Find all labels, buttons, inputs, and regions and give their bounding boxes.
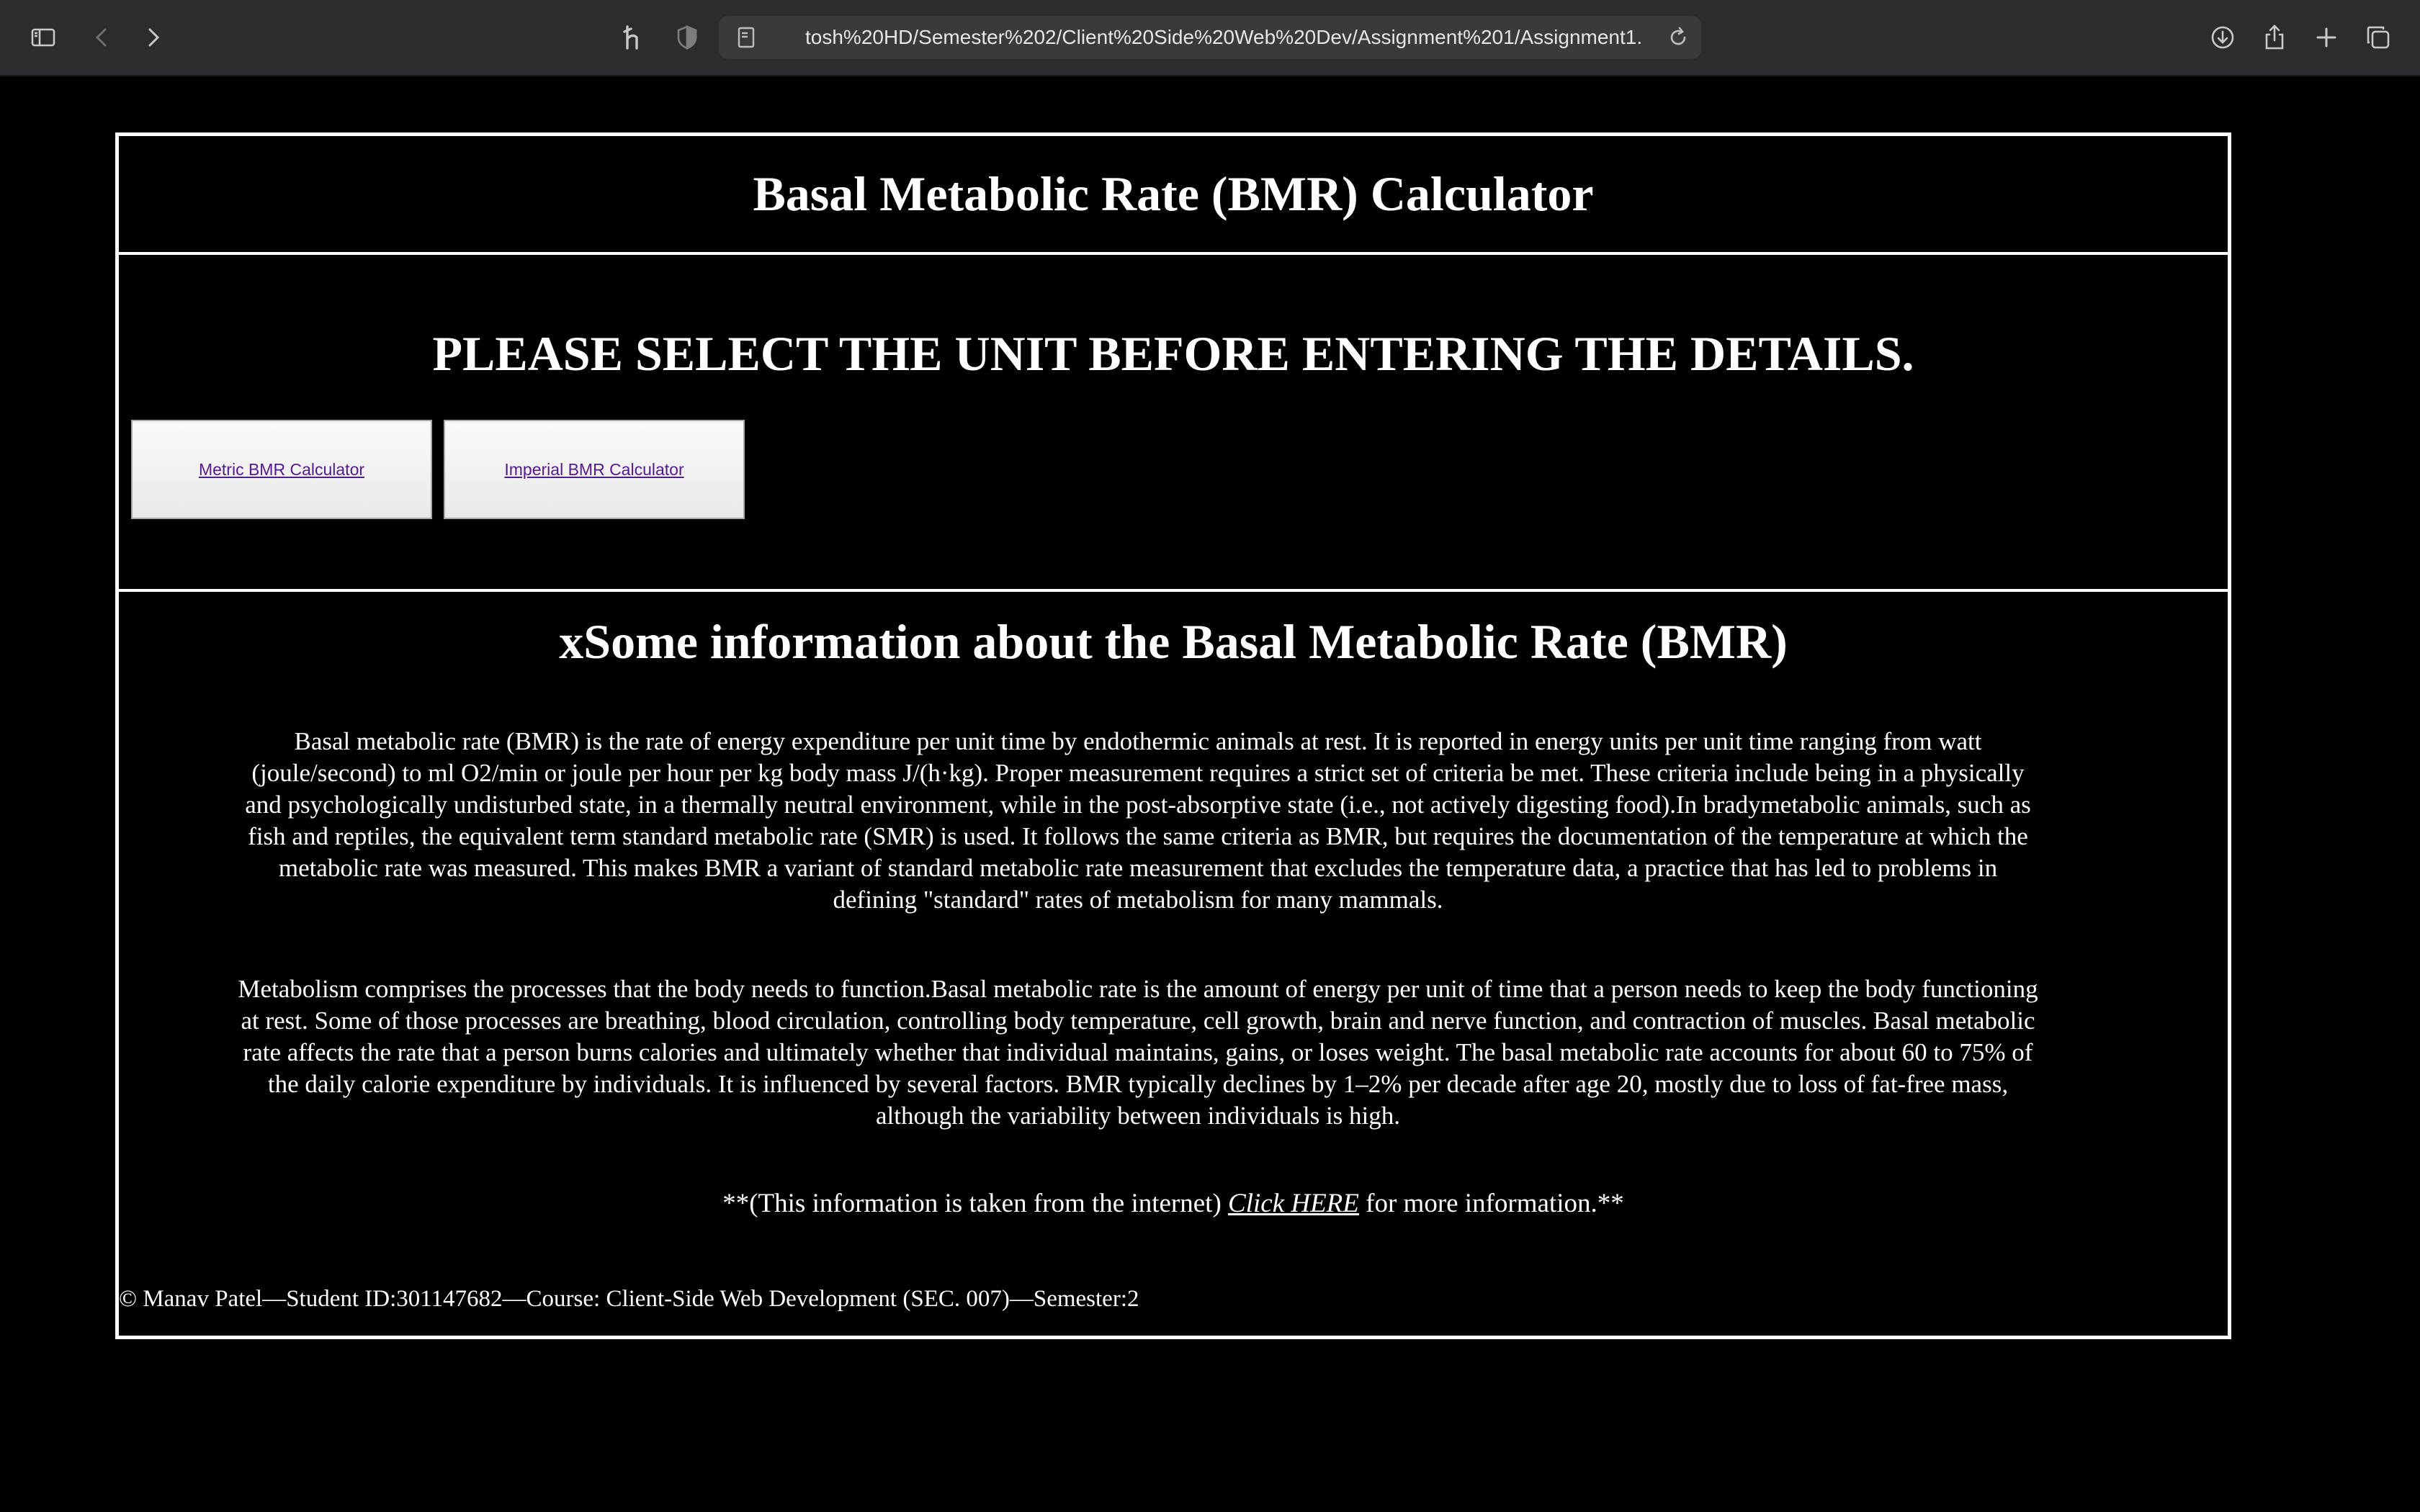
page-container: Basal Metabolic Rate (BMR) Calculator PL… [115, 132, 2231, 1339]
download-icon[interactable] [2204, 19, 2241, 56]
share-icon[interactable] [2256, 19, 2293, 56]
info-paragraph-2: Metabolism comprises the processes that … [238, 975, 2038, 1130]
info-paragraph-1: Basal metabolic rate (BMR) is the rate o… [245, 727, 2031, 914]
source-note: **(This information is taken from the in… [119, 1188, 2228, 1219]
source-suffix: for more information.** [1358, 1189, 1624, 1218]
extension-icon[interactable] [614, 19, 651, 56]
page-icon [733, 24, 759, 50]
title-row: Basal Metabolic Rate (BMR) Calculator [119, 136, 2228, 255]
info-row: xSome information about the Basal Metabo… [119, 592, 2228, 1336]
unit-select-row: PLEASE SELECT THE UNIT BEFORE ENTERING T… [119, 255, 2228, 592]
tabs-overview-icon[interactable] [2360, 19, 2397, 56]
forward-icon[interactable] [134, 19, 171, 56]
sidebar-icon[interactable] [24, 19, 62, 56]
metric-calculator-button[interactable]: Metric BMR Calculator [131, 420, 432, 519]
info-heading: xSome information about the Basal Metabo… [559, 614, 1788, 669]
unit-prompt: PLEASE SELECT THE UNIT BEFORE ENTERING T… [432, 326, 1914, 381]
browser-toolbar: tosh%20HD/Semester%202/Client%20Side%20W… [0, 0, 2420, 76]
address-bar[interactable]: tosh%20HD/Semester%202/Client%20Side%20W… [719, 16, 1701, 59]
imperial-calculator-link[interactable]: Imperial BMR Calculator [504, 460, 684, 480]
click-here-link[interactable]: Click HERE [1228, 1189, 1359, 1218]
source-prefix: **(This information is taken from the in… [722, 1189, 1229, 1218]
back-icon[interactable] [84, 19, 121, 56]
footer-copyright: © Manav Patel—Student ID:301147682—Cours… [119, 1286, 1139, 1312]
new-tab-icon[interactable] [2308, 19, 2345, 56]
url-text[interactable]: tosh%20HD/Semester%202/Client%20Side%20W… [805, 16, 1641, 59]
page-title: Basal Metabolic Rate (BMR) Calculator [753, 166, 1594, 221]
shield-icon[interactable] [668, 19, 706, 56]
metric-calculator-link[interactable]: Metric BMR Calculator [199, 460, 364, 480]
reload-icon[interactable] [1665, 24, 1691, 50]
imperial-calculator-button[interactable]: Imperial BMR Calculator [444, 420, 745, 519]
